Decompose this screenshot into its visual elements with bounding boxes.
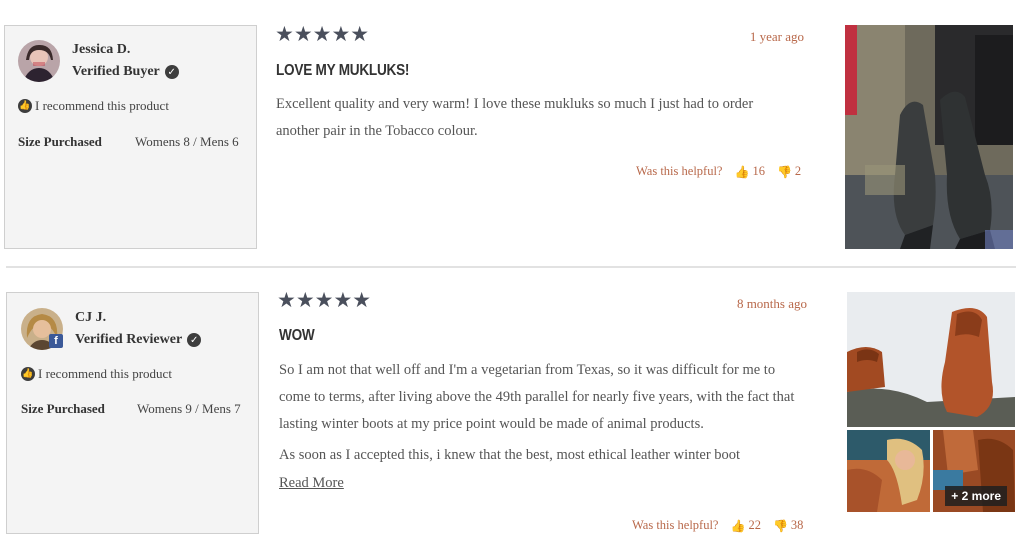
more-photos-overlay[interactable]: + 2 more bbox=[945, 486, 1007, 506]
review-title: LOVE MY MUKLUKS! bbox=[276, 62, 410, 79]
thumbs-up-circle-icon: 👍 bbox=[18, 99, 32, 113]
review-paragraph: Excellent quality and very warm! I love … bbox=[276, 96, 754, 139]
helpful-vote-bar: Was this helpful? 👍 22 👎 38 bbox=[632, 518, 803, 533]
star-rating: ★★★★★ bbox=[277, 288, 372, 312]
review-paragraph: So I am not that well off and I'm a vege… bbox=[279, 362, 795, 432]
author-name: CJ J. bbox=[75, 310, 107, 325]
check-circle-icon: ✓ bbox=[164, 65, 179, 79]
recommend-text: I recommend this product bbox=[35, 98, 169, 113]
read-more-link[interactable]: Read More bbox=[279, 475, 344, 492]
star-rating: ★★★★★ bbox=[275, 22, 370, 46]
review-paragraph: As soon as I accepted this, i knew that … bbox=[279, 447, 741, 463]
downvote-button[interactable]: 👎 2 bbox=[777, 164, 801, 179]
avatar bbox=[18, 40, 60, 82]
helpful-label: Was this helpful? bbox=[636, 164, 723, 178]
check-circle-icon: ✓ bbox=[187, 333, 202, 347]
size-purchased-value: Womens 9 / Mens 7 bbox=[137, 401, 241, 416]
recommend-line: 👍 I recommend this product bbox=[18, 98, 169, 114]
downvote-count: 2 bbox=[794, 164, 802, 178]
review-title: WOW bbox=[279, 327, 315, 344]
upvote-count: 22 bbox=[748, 518, 761, 532]
review-body: Excellent quality and very warm! I love … bbox=[276, 91, 796, 145]
size-purchased-label: Size Purchased bbox=[21, 401, 105, 416]
upvote-count: 16 bbox=[752, 164, 765, 178]
size-purchased-value: Womens 8 / Mens 6 bbox=[135, 134, 239, 149]
review-item: f CJ J. Verified Reviewer ✓ 👍 I recommen… bbox=[0, 268, 1024, 540]
downvote-button[interactable]: 👎 38 bbox=[773, 518, 803, 533]
verified-badge: Verified Buyer ✓ bbox=[72, 64, 179, 80]
review-photo[interactable] bbox=[847, 292, 1015, 427]
recommend-line: 👍 I recommend this product bbox=[21, 366, 172, 382]
review-body: So I am not that well off and I'm a vege… bbox=[279, 357, 807, 469]
helpful-vote-bar: Was this helpful? 👍 16 👎 2 bbox=[636, 164, 801, 179]
thumbs-down-icon: 👎 bbox=[776, 164, 792, 179]
facebook-icon: f bbox=[49, 334, 63, 348]
thumbs-up-circle-icon: 👍 bbox=[21, 367, 35, 381]
review-date: 1 year ago bbox=[749, 29, 804, 44]
author-name: Jessica D. bbox=[72, 42, 131, 57]
thumbs-down-icon: 👎 bbox=[772, 518, 788, 533]
review-photo[interactable] bbox=[845, 25, 1013, 249]
author-card: Jessica D. Verified Buyer ✓ 👍 I recommen… bbox=[4, 25, 257, 249]
recommend-text: I recommend this product bbox=[38, 366, 172, 381]
author-card: f CJ J. Verified Reviewer ✓ 👍 I recommen… bbox=[6, 292, 259, 534]
review-photo[interactable] bbox=[847, 430, 930, 512]
thumbs-up-icon: 👍 bbox=[734, 164, 750, 179]
verified-label: Verified Buyer bbox=[72, 64, 160, 79]
review-item: Jessica D. Verified Buyer ✓ 👍 I recommen… bbox=[0, 0, 1024, 268]
upvote-button[interactable]: 👍 22 bbox=[730, 518, 760, 533]
verified-badge: Verified Reviewer ✓ bbox=[75, 332, 202, 348]
upvote-button[interactable]: 👍 16 bbox=[734, 164, 764, 179]
helpful-label: Was this helpful? bbox=[632, 518, 719, 532]
downvote-count: 38 bbox=[790, 518, 804, 532]
review-photo[interactable]: + 2 more bbox=[933, 430, 1015, 512]
thumbs-up-icon: 👍 bbox=[730, 518, 746, 533]
review-date: 8 months ago bbox=[736, 296, 807, 311]
size-purchased-label: Size Purchased bbox=[18, 134, 102, 149]
verified-label: Verified Reviewer bbox=[75, 332, 183, 347]
